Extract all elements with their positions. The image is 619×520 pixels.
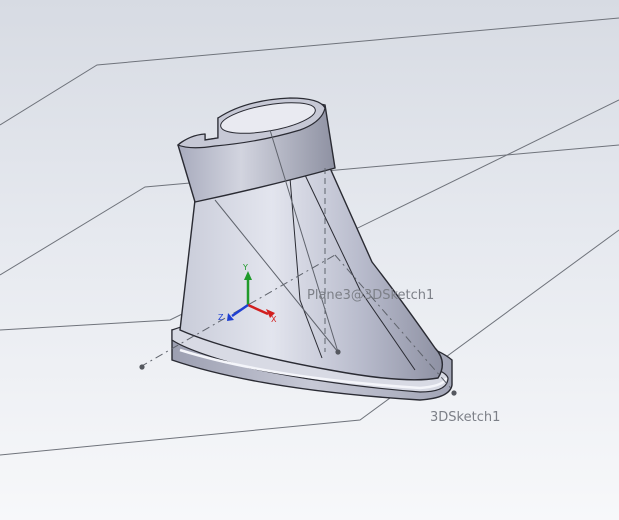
graphics-viewport[interactable]: Y X Z Plane3@3DSketch1 3DSketch1 bbox=[0, 0, 619, 520]
triad-z-label: Z bbox=[218, 313, 224, 322]
sketch-point-right bbox=[451, 390, 457, 396]
sketch-point-left bbox=[139, 364, 145, 370]
plane-label[interactable]: Plane3@3DSketch1 bbox=[307, 288, 434, 303]
triad-x-label: X bbox=[271, 315, 277, 324]
sketch-point-mid bbox=[335, 349, 341, 355]
triad-y-label: Y bbox=[242, 263, 248, 272]
model-scene[interactable]: Y X Z Plane3@3DSketch1 3DSketch1 bbox=[0, 0, 619, 520]
sketch-label[interactable]: 3DSketch1 bbox=[430, 410, 500, 425]
